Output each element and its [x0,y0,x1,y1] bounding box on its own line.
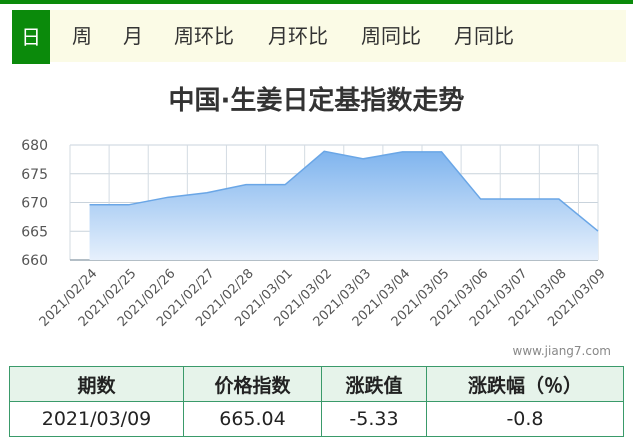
index-table: 期数 价格指数 涨跌值 涨跌幅（％） 2021/03/09 665.04 -5.… [9,366,624,437]
y-tick-label: 670 [21,196,48,212]
tab-month[interactable]: 月 [113,10,153,62]
tab-week-yoy[interactable]: 周同比 [355,10,427,62]
tab-week[interactable]: 周 [62,10,102,62]
y-tick-label: 680 [21,138,48,154]
cell-change-pct: -0.8 [426,401,624,437]
y-tick-label: 675 [21,167,48,183]
period-tabs: 日 周 月 周环比 月环比 周同比 月同比 [0,4,633,64]
tab-week-mom[interactable]: 周环比 [168,10,240,62]
cell-price-index: 665.04 [183,401,322,437]
tab-month-yoy[interactable]: 月同比 [448,10,520,62]
cell-period: 2021/03/09 [9,401,184,437]
series-area [89,151,599,260]
tab-month-mom[interactable]: 月环比 [262,10,334,62]
tab-bar: 日 周 月 周环比 月环比 周同比 月同比 [12,10,626,64]
y-tick-label: 665 [21,224,48,240]
watermark: www.jiang7.com [512,344,611,358]
y-tick-label: 660 [21,253,48,269]
cell-change-value: -5.33 [321,401,427,437]
header-change-pct: 涨跌幅（％） [426,366,624,402]
index-area-chart: 6606656706756802021/02/242021/02/252021/… [21,138,609,330]
header-period: 期数 [9,366,184,402]
header-price-index: 价格指数 [183,366,322,402]
table-row: 2021/03/09 665.04 -5.33 -0.8 [9,401,624,437]
table-header-row: 期数 价格指数 涨跌值 涨跌幅（％） [9,366,624,402]
tab-day[interactable]: 日 [12,10,50,64]
header-change-value: 涨跌值 [321,366,427,402]
chart-title: 中国·生姜日定基指数走势 [168,86,465,116]
